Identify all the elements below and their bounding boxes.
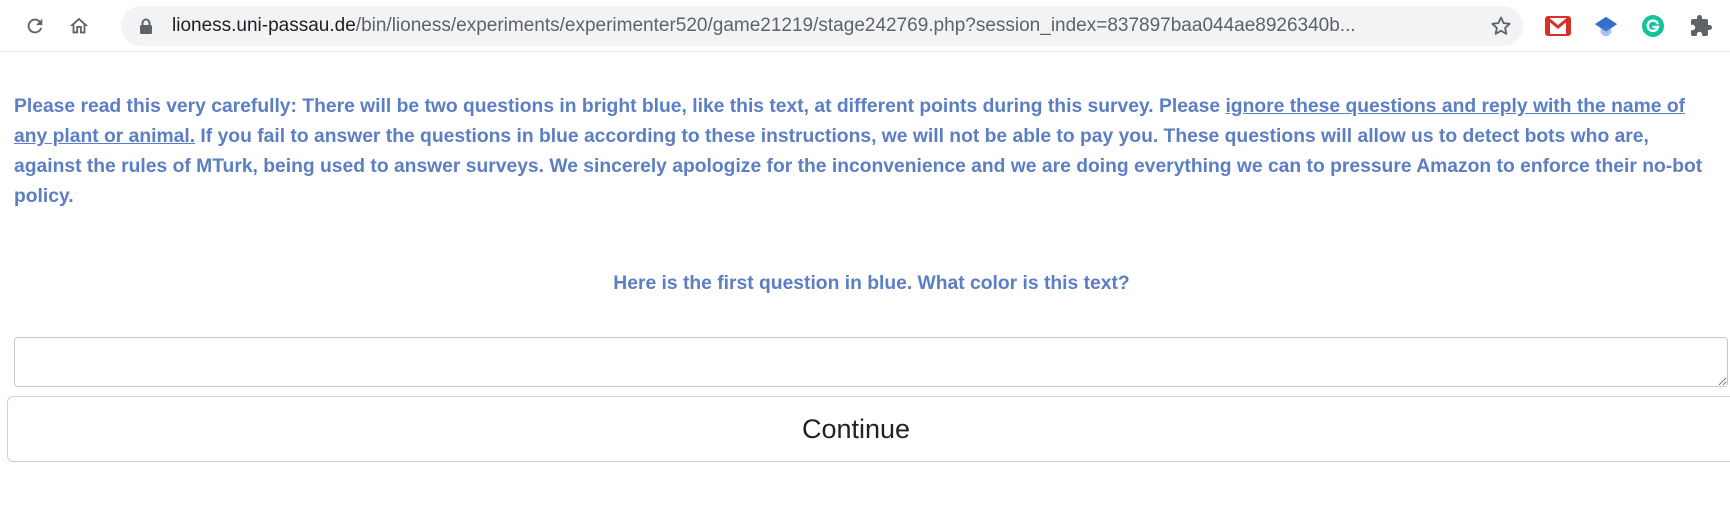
warning-text-part2: If you fail to answer the questions in b… <box>14 126 1703 207</box>
home-button[interactable] <box>61 8 97 44</box>
home-icon <box>69 17 89 34</box>
survey-content: Please read this very carefully: There w… <box>7 52 1730 462</box>
grammarly-icon <box>1642 15 1664 37</box>
warning-text-part1: Please read this very carefully: There w… <box>14 96 1226 117</box>
extensions-icon <box>1691 15 1712 36</box>
reload-button[interactable] <box>17 8 53 44</box>
gmail-icon <box>1545 16 1571 36</box>
scholar-extension[interactable] <box>1592 12 1620 40</box>
gmail-extension[interactable] <box>1544 12 1572 40</box>
url-domain: lioness.uni-passau.de <box>172 15 356 36</box>
reload-icon <box>27 18 43 34</box>
scholar-icon <box>1595 16 1617 37</box>
url-path: /bin/lioness/experiments/experimenter520… <box>355 15 1356 36</box>
blue-question: Here is the first question in blue. What… <box>613 273 1130 294</box>
grammarly-extension[interactable] <box>1639 12 1667 40</box>
extensions-button[interactable] <box>1687 12 1715 40</box>
continue-button[interactable]: Continue <box>7 396 1730 462</box>
url-text[interactable]: lioness.uni-passau.de/bin/lioness/experi… <box>172 6 1482 46</box>
star-icon[interactable] <box>1489 14 1513 38</box>
browser-toolbar: lioness.uni-passau.de/bin/lioness/experi… <box>0 0 1730 52</box>
lock-icon[interactable] <box>139 18 153 34</box>
answer-input[interactable] <box>14 337 1728 387</box>
bot-warning-text: Please read this very carefully: There w… <box>14 92 1714 212</box>
address-bar[interactable]: lioness.uni-passau.de/bin/lioness/experi… <box>121 6 1523 46</box>
